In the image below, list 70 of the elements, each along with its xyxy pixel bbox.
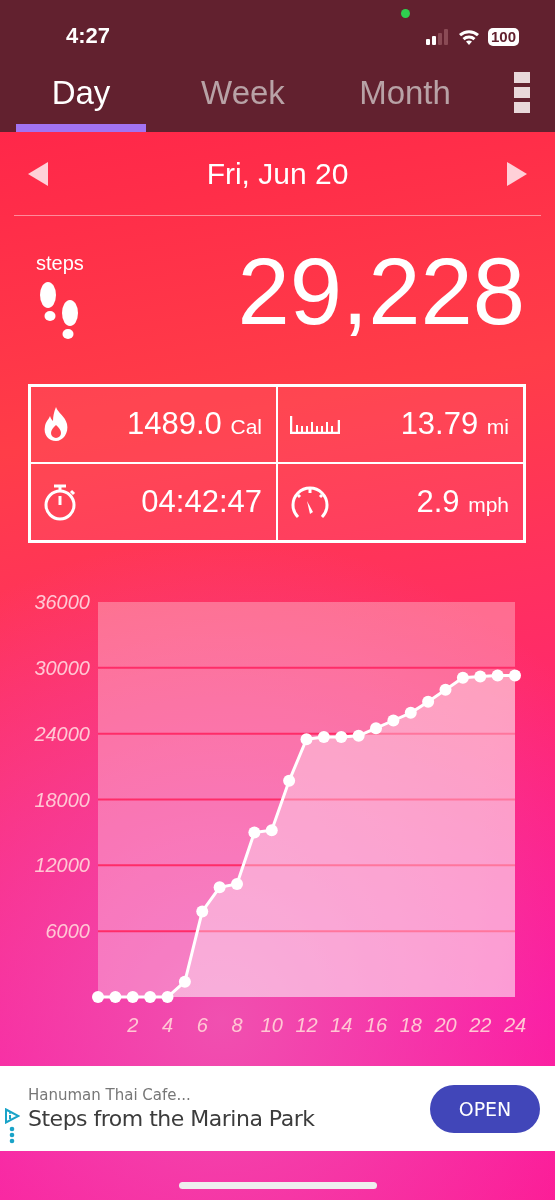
- data-point: [178, 975, 191, 988]
- ruler-icon: [290, 414, 340, 435]
- step-count: 29,228: [236, 245, 525, 339]
- distance-value: 13.79 mi: [399, 406, 509, 443]
- x-axis-label: 12: [295, 1014, 318, 1036]
- speedometer-icon: [290, 484, 330, 519]
- data-point: [300, 733, 313, 746]
- data-point: [439, 683, 452, 696]
- more-options-icon[interactable]: [9, 1125, 15, 1144]
- y-axis-label: 24000: [34, 722, 90, 745]
- data-point: [248, 826, 261, 839]
- current-date: Fri, Jun 20: [205, 156, 350, 191]
- data-point: [509, 669, 521, 682]
- camera-indicator-icon: [401, 9, 410, 18]
- data-point: [109, 991, 122, 1003]
- x-axis-label: 24: [503, 1014, 527, 1036]
- y-axis-label: 6000: [45, 920, 90, 943]
- x-axis-label: 20: [434, 1014, 457, 1036]
- x-axis-label: 16: [364, 1014, 388, 1036]
- data-point: [335, 730, 348, 743]
- x-axis-label: 14: [330, 1014, 353, 1036]
- signal-icon: [425, 29, 450, 45]
- open-button[interactable]: OPEN: [430, 1084, 540, 1133]
- data-point: [491, 669, 504, 682]
- data-point: [144, 991, 157, 1003]
- x-axis-label: 18: [399, 1014, 422, 1036]
- ad-headline: Steps from the Marina Park: [28, 1106, 316, 1131]
- data-point: [126, 991, 139, 1003]
- battery-level: 100: [487, 28, 519, 46]
- data-point: [196, 905, 209, 918]
- clock-time: 4:27: [66, 23, 111, 49]
- y-axis-label: 12000: [34, 854, 90, 877]
- data-point: [387, 714, 400, 727]
- y-axis-label: 30000: [34, 656, 90, 679]
- tab[interactable]: Day: [8, 60, 154, 132]
- data-point: [456, 671, 469, 684]
- x-axis-label: 10: [260, 1014, 283, 1036]
- stopwatch-icon: [43, 482, 77, 521]
- data-point: [231, 878, 243, 890]
- data-point: [213, 881, 226, 894]
- data-point: [474, 670, 487, 683]
- menu-icon[interactable]: [514, 71, 530, 113]
- data-point: [283, 774, 296, 787]
- steps-label: steps: [36, 251, 84, 275]
- data-point: [370, 722, 382, 735]
- data-point: [161, 991, 174, 1003]
- x-axis-label: 6: [196, 1014, 208, 1036]
- x-axis-label: 22: [469, 1014, 492, 1036]
- previous-day-icon[interactable]: [28, 161, 48, 186]
- wifi-icon: [457, 29, 480, 45]
- speed-value: 2.9 mph: [415, 483, 509, 520]
- y-axis-label: 18000: [34, 788, 90, 811]
- advertiser-name: Hanuman Thai Cafe...: [28, 1086, 192, 1104]
- next-day-icon[interactable]: [507, 161, 527, 186]
- data-point: [352, 729, 365, 742]
- flame-icon: [43, 407, 69, 442]
- y-axis-label: 36000: [34, 591, 90, 613]
- data-point: [265, 824, 278, 837]
- x-axis-label: 8: [231, 1014, 243, 1036]
- duration-value: 04:42:47: [140, 483, 262, 520]
- calories-value: 1489.0 Cal: [126, 406, 262, 443]
- data-point: [422, 695, 435, 708]
- tab[interactable]: Month: [332, 60, 478, 132]
- data-point: [317, 730, 330, 743]
- x-axis-label: 2: [127, 1014, 139, 1036]
- data-point: [404, 706, 417, 719]
- x-axis-label: 4: [161, 1014, 174, 1036]
- ad-choices-icon[interactable]: [4, 1107, 20, 1124]
- data-point: [92, 991, 104, 1003]
- tab[interactable]: Week: [170, 60, 316, 132]
